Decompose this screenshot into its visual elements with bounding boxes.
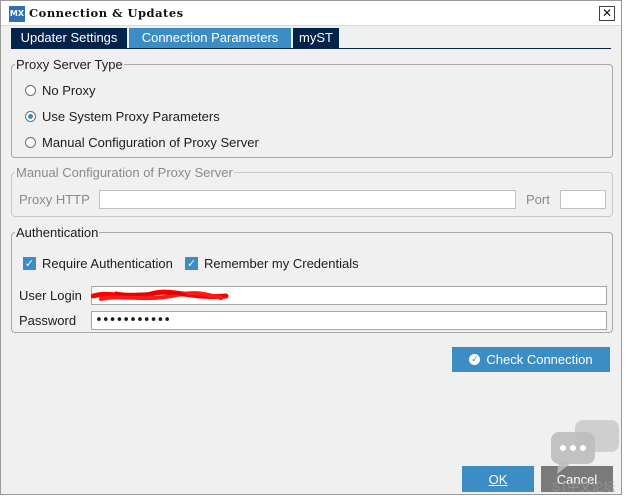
radio-button-selected[interactable] bbox=[25, 110, 36, 122]
window-title: Connection & Updates bbox=[29, 6, 184, 20]
radio-manual-config[interactable]: Manual Configuration of Proxy Server bbox=[25, 133, 259, 151]
password-input[interactable]: ••••••••••• bbox=[91, 311, 607, 330]
require-authentication-label: Require Authentication bbox=[42, 255, 173, 271]
radio-use-system-proxy[interactable]: Use System Proxy Parameters bbox=[25, 107, 220, 125]
radio-button[interactable] bbox=[25, 136, 36, 148]
redacted-login-scribble bbox=[91, 289, 229, 301]
proxy-http-label: Proxy HTTP bbox=[19, 192, 90, 207]
radio-no-proxy[interactable]: No Proxy bbox=[25, 81, 95, 99]
authentication-legend: Authentication bbox=[16, 225, 99, 240]
port-label: Port bbox=[526, 192, 550, 207]
tab-myst[interactable]: myST bbox=[293, 28, 339, 48]
password-mask: ••••••••••• bbox=[95, 313, 171, 328]
checkbox-check-icon[interactable]: ✓ bbox=[23, 256, 36, 270]
radio-label: Manual Configuration of Proxy Server bbox=[42, 134, 259, 150]
chat-bubble-icon[interactable] bbox=[549, 418, 623, 478]
connection-updates-dialog: MX Connection & Updates ✕ Updater Settin… bbox=[0, 0, 622, 495]
check-circle-icon: ✓ bbox=[469, 354, 481, 365]
ok-button[interactable]: OK bbox=[462, 466, 534, 492]
proxy-http-input[interactable] bbox=[99, 190, 516, 209]
radio-button[interactable] bbox=[25, 84, 36, 96]
checkbox-check-icon[interactable]: ✓ bbox=[185, 256, 198, 270]
tab-underline bbox=[11, 48, 611, 49]
remember-credentials-checkbox[interactable]: ✓ Remember my Credentials bbox=[185, 254, 359, 272]
manual-config-legend: Manual Configuration of Proxy Server bbox=[16, 165, 233, 180]
radio-label: No Proxy bbox=[42, 82, 96, 98]
radio-label: Use System Proxy Parameters bbox=[42, 108, 220, 124]
user-login-label: User Login bbox=[19, 288, 82, 303]
check-connection-button[interactable]: ✓ Check Connection bbox=[452, 347, 610, 372]
tab-connection-parameters[interactable]: Connection Parameters bbox=[129, 28, 291, 48]
check-connection-label: Check Connection bbox=[486, 352, 593, 367]
password-label: Password bbox=[19, 313, 77, 328]
title-bar: MX Connection & Updates ✕ bbox=[1, 1, 621, 26]
ok-label: OK bbox=[488, 471, 508, 487]
watermark: ST中文论坛 bbox=[552, 480, 616, 494]
background-window-strip bbox=[622, 0, 630, 503]
remember-credentials-label: Remember my Credentials bbox=[204, 255, 359, 271]
tab-updater-settings[interactable]: Updater Settings bbox=[11, 28, 127, 48]
app-icon: MX bbox=[9, 6, 25, 22]
port-input[interactable] bbox=[560, 190, 606, 209]
close-icon[interactable]: ✕ bbox=[599, 6, 615, 21]
proxy-server-type-legend: Proxy Server Type bbox=[16, 57, 123, 72]
require-authentication-checkbox[interactable]: ✓ Require Authentication bbox=[23, 254, 173, 272]
